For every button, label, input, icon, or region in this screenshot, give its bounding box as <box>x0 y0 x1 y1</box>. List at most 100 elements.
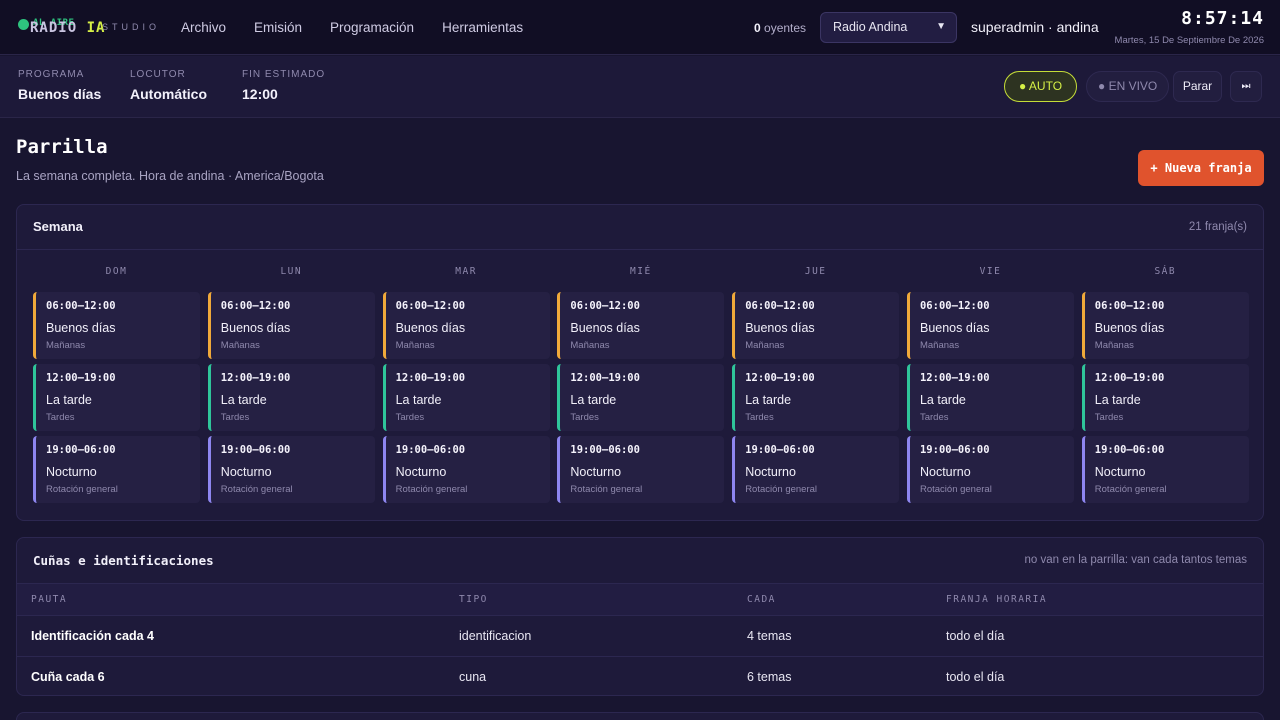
slot-name: La tarde <box>220 393 267 407</box>
day-column: VIE 06:00–12:00 Buenos días Mañanas 12:00–19… <box>906 265 1074 503</box>
ads-panel-note: no van en la parrilla: van cada tantos t… <box>1024 554 1247 566</box>
slot-category: Rotación general <box>919 484 992 495</box>
ads-table-header: PAUTA TIPO CADA FRANJA HORARIA <box>17 584 1263 615</box>
slot-category: Rotación general <box>220 484 293 495</box>
stop-button[interactable]: Parar <box>1173 71 1222 102</box>
row-pauta: Cuña cada 6 <box>31 670 105 684</box>
end-label: FIN ESTIMADO <box>242 69 326 80</box>
schedule-slot[interactable]: 06:00–12:00 Buenos días Mañanas <box>33 292 200 359</box>
skip-icon[interactable]: ⏭ <box>1230 71 1262 102</box>
schedule-slot[interactable]: 12:00–19:00 La tarde Tardes <box>382 364 550 431</box>
schedule-slot[interactable]: 19:00–06:00 Nocturno Rotación general <box>557 436 725 503</box>
schedule-slot[interactable]: 19:00–06:00 Nocturno Rotación general <box>382 436 550 503</box>
brand-subtitle: STUDIO <box>102 22 161 32</box>
user-label[interactable]: superadmin · andina <box>971 19 1099 35</box>
nav-archivo[interactable]: Archivo <box>181 20 226 35</box>
col-cada[interactable]: CADA <box>747 594 776 605</box>
brand-name: RADIO IA <box>30 20 106 36</box>
slot-time: 06:00–12:00 <box>745 300 815 312</box>
day-column: LUN 06:00–12:00 Buenos días Mañanas 12:00–19… <box>207 265 375 503</box>
slot-name: Buenos días <box>919 321 990 335</box>
end-field: FIN ESTIMADO 12:00 <box>242 69 325 102</box>
slot-category: Tardes <box>745 412 774 423</box>
listeners-count: 0 <box>754 21 761 35</box>
day-header: LUN <box>280 266 303 277</box>
slot-name: Nocturno <box>395 465 447 479</box>
schedule-slot[interactable]: 19:00–06:00 Nocturno Rotación general <box>33 436 200 503</box>
slot-category: Mañanas <box>46 340 86 351</box>
col-franja[interactable]: FRANJA HORARIA <box>946 594 1047 605</box>
page-subtitle: La semana completa. Hora de andina · Ame… <box>16 169 324 183</box>
slot-time: 12:00–19:00 <box>1094 372 1165 384</box>
table-row[interactable]: Cuña cada 6 cuna 6 temas todo el día <box>17 656 1263 697</box>
slot-name: Nocturno <box>1094 465 1146 479</box>
on-air-indicator-icon <box>18 19 29 30</box>
slot-category: Rotación general <box>395 484 468 495</box>
nav-herramientas[interactable]: Herramientas <box>442 20 523 35</box>
slot-name: Buenos días <box>220 321 291 335</box>
slot-category: Rotación general <box>570 484 643 495</box>
slot-time: 19:00–06:00 <box>919 444 990 456</box>
current-date: Martes, 15 De Septiembre De 2026 <box>1114 35 1264 46</box>
top-bar: AL AIRE RADIO IA STUDIO Archivo Emisión … <box>0 0 1280 55</box>
brand-logo[interactable]: AL AIRE RADIO IA STUDIO <box>18 14 168 42</box>
schedule-slot[interactable]: 06:00–12:00 Buenos días Mañanas <box>207 292 375 359</box>
schedule-slot[interactable]: 19:00–06:00 Nocturno Rotación general <box>732 436 900 503</box>
next-panel <box>16 712 1264 720</box>
schedule-slot[interactable]: 19:00–06:00 Nocturno Rotación general <box>1081 436 1249 503</box>
listeners-counter: 0 oyentes <box>754 21 806 35</box>
slot-category: Tardes <box>919 412 949 423</box>
schedule-slot[interactable]: 06:00–12:00 Buenos días Mañanas <box>382 292 550 359</box>
schedule-slot[interactable]: 19:00–06:00 Nocturno Rotación general <box>207 436 375 503</box>
live-mode-button[interactable]: ● EN VIVO <box>1086 71 1170 102</box>
row-cada: 6 temas <box>747 670 792 684</box>
row-tipo: identificacion <box>459 629 532 643</box>
col-pauta[interactable]: PAUTA <box>31 594 67 605</box>
slot-category: Mañanas <box>395 340 435 351</box>
row-cada: 4 temas <box>747 629 792 643</box>
slot-name: Nocturno <box>745 465 796 479</box>
day-header: SÁB <box>1154 266 1177 277</box>
schedule-slot[interactable]: 19:00–06:00 Nocturno Rotación general <box>906 436 1074 503</box>
slot-time: 19:00–06:00 <box>745 444 815 456</box>
slot-category: Rotación general <box>1094 484 1167 495</box>
day-column: MIÉ 06:00–12:00 Buenos días Mañanas 12:00–19… <box>557 265 725 503</box>
ads-panel-title: Cuñas e identificaciones <box>33 553 214 568</box>
schedule-slot[interactable]: 12:00–19:00 La tarde Tardes <box>732 364 900 431</box>
slot-category: Mañanas <box>570 340 610 351</box>
program-label: PROGRAMA <box>18 69 85 80</box>
row-tipo: cuna <box>459 670 487 684</box>
new-slot-button[interactable]: + Nueva franja <box>1138 150 1264 186</box>
week-grid: DOM 06:00–12:00 Buenos días Mañanas 12:00–19… <box>33 265 1249 503</box>
slot-time: 12:00–19:00 <box>745 372 815 384</box>
schedule-slot[interactable]: 06:00–12:00 Buenos días Mañanas <box>906 292 1074 359</box>
schedule-slot[interactable]: 06:00–12:00 Buenos días Mañanas <box>557 292 725 359</box>
week-panel-header: Semana 21 franja(s) <box>17 205 1263 250</box>
schedule-slot[interactable]: 12:00–19:00 La tarde Tardes <box>906 364 1074 431</box>
row-pauta: Identificación cada 4 <box>31 629 154 643</box>
schedule-slot[interactable]: 06:00–12:00 Buenos días Mañanas <box>732 292 900 359</box>
slot-time: 12:00–19:00 <box>570 372 640 384</box>
slot-time: 06:00–12:00 <box>570 300 640 312</box>
station-select[interactable]: Radio Andina ▼ <box>820 12 957 43</box>
schedule-slot[interactable]: 12:00–19:00 La tarde Tardes <box>1081 364 1249 431</box>
ads-panel: Cuñas e identificaciones no van en la pa… <box>16 537 1264 696</box>
end-value: 12:00 <box>242 86 278 102</box>
schedule-slot[interactable]: 06:00–12:00 Buenos días Mañanas <box>1081 292 1249 359</box>
nav-programacion[interactable]: Programación <box>330 20 414 35</box>
schedule-slot[interactable]: 12:00–19:00 La tarde Tardes <box>557 364 725 431</box>
ads-panel-header: Cuñas e identificaciones no van en la pa… <box>17 538 1263 584</box>
day-column: SÁB 06:00–12:00 Buenos días Mañanas 12:00–19… <box>1081 265 1249 503</box>
chevron-down-icon: ▼ <box>936 21 946 32</box>
schedule-slot[interactable]: 12:00–19:00 La tarde Tardes <box>33 364 200 431</box>
slot-time: 06:00–12:00 <box>220 300 291 312</box>
slot-name: Nocturno <box>46 465 97 479</box>
nav-emision[interactable]: Emisión <box>254 20 302 35</box>
table-row[interactable]: Identificación cada 4 identificacion 4 t… <box>17 615 1263 656</box>
station-selected-value: Radio Andina <box>833 20 908 34</box>
auto-mode-button[interactable]: ● AUTO <box>1004 71 1078 102</box>
slot-name: La tarde <box>395 393 442 407</box>
col-tipo[interactable]: TIPO <box>459 594 488 605</box>
schedule-slot[interactable]: 12:00–19:00 La tarde Tardes <box>207 364 375 431</box>
week-panel: Semana 21 franja(s) DOM 06:00–12:00 Buenos… <box>16 204 1264 521</box>
